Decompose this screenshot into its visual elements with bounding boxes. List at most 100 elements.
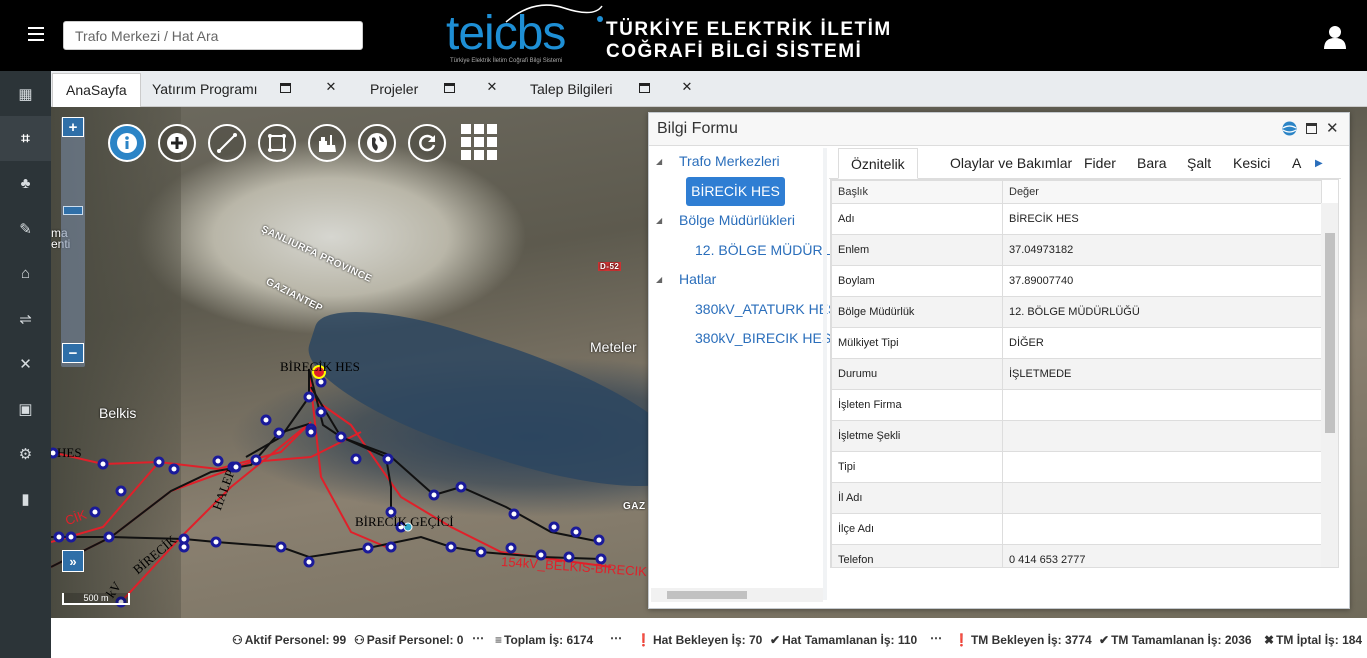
label-birecik-hes: BİRECİK HES (280, 359, 360, 374)
cogs-icon[interactable]: ⚙ (0, 431, 51, 476)
bank-icon[interactable]: ⌂ (0, 251, 51, 296)
tab-close-icon[interactable]: ✕ (325, 80, 337, 93)
table-row[interactable]: İlçe Adı (831, 513, 1322, 545)
tab-yatirim-programi[interactable]: Yatırım Programı (139, 73, 271, 107)
grid-icon[interactable]: ▣ (0, 386, 51, 431)
column-header-baslik[interactable]: Başlık (831, 180, 1003, 204)
status-bar: ⚇ Aktif Personel: 99 ⚇ Pasif Personel: 0 ⋯… (51, 618, 1367, 658)
zoom-slider[interactable] (61, 117, 85, 367)
zoom-out-button[interactable]: − (62, 343, 84, 363)
tasks-icon: ≡ (495, 633, 503, 647)
splitter[interactable] (823, 148, 827, 600)
book-icon[interactable]: ▮ (0, 476, 51, 521)
search-input[interactable] (63, 21, 363, 50)
brand-title: TÜRKİYE ELEKTRİK İLETİM COĞRAFİ BİLGİ Sİ… (606, 19, 892, 62)
table-row[interactable]: İşletme Şekli (831, 420, 1322, 452)
table-row[interactable]: Boylam 37.89007740 (831, 265, 1322, 297)
draw-line-icon[interactable] (208, 124, 246, 162)
tab-bara[interactable]: Bara (1137, 148, 1167, 179)
scale-bar: 500 m (62, 593, 130, 605)
stat-toplam: ≡ Toplam İş: 6174 (495, 633, 594, 647)
tab-bar: AnaSayfa Yatırım Programı ✕ Projeler ✕ T… (51, 71, 1367, 107)
alert-icon: ❗ (636, 633, 651, 647)
draw-polygon-icon[interactable] (258, 124, 296, 162)
table-row[interactable]: Enlem 37.04973182 (831, 234, 1322, 266)
handshake-icon[interactable]: ⇌ (0, 296, 51, 341)
table-row[interactable]: İl Adı (831, 482, 1322, 514)
tab-salt[interactable]: Şalt (1187, 148, 1211, 179)
tab-close-icon[interactable]: ✕ (486, 80, 498, 93)
clear-icon[interactable] (308, 124, 346, 162)
caret-down-icon[interactable]: ◢ (656, 157, 662, 166)
info-form-panel: Bilgi Formu ✕ ◢ Trafo Merkezleri BİRECİK… (648, 112, 1350, 609)
tree-node-hatlar[interactable]: Hatlar (679, 271, 716, 287)
tab-projeler[interactable]: Projeler (357, 73, 431, 107)
table-row[interactable]: Bölge Müdürlük 12. BÖLGE MÜDÜRLÜĞÜ (831, 296, 1322, 328)
crop-icon[interactable]: ⌗ (0, 116, 51, 161)
check-icon: ✔ (1099, 633, 1110, 647)
tree-hscrollbar[interactable] (651, 588, 823, 602)
info-icon[interactable] (108, 124, 146, 162)
user-icon[interactable] (1324, 25, 1346, 49)
maximize-icon[interactable] (1306, 123, 1317, 134)
alert-icon: ❗ (954, 633, 969, 647)
stat-hat-tamam: ✔ Hat Tamamlanan İş: 110 (770, 633, 918, 647)
tree-item-hat1[interactable]: 380kV_ATATURK HES (695, 301, 837, 317)
table-row[interactable]: Telefon 0 414 653 2777 (831, 544, 1322, 567)
tree-panel: ◢ Trafo Merkezleri BİRECİK HES ◢ Bölge M… (651, 148, 840, 602)
user-minus-icon: ⚇ (354, 633, 365, 647)
label-gaz: GAZ (623, 501, 646, 512)
tab-maximize-icon[interactable] (444, 83, 455, 93)
table-row[interactable]: Tipi (831, 451, 1322, 483)
grid-vscrollbar[interactable] (1321, 203, 1338, 567)
tab-more[interactable]: A (1292, 148, 1301, 179)
user-plus-icon: ⚇ (232, 633, 243, 647)
tab-anasayfa[interactable]: AnaSayfa (52, 73, 141, 107)
edit-icon[interactable]: ✎ (0, 206, 51, 251)
hamburger-menu-icon[interactable] (28, 27, 44, 41)
tree-node-bolge[interactable]: Bölge Müdürlükleri (679, 212, 795, 228)
tools-icon[interactable]: ✕ (0, 341, 51, 386)
panel-title: Bilgi Formu (657, 120, 738, 137)
caret-down-icon[interactable]: ◢ (656, 216, 662, 225)
calendar-icon[interactable]: ▦ (0, 71, 51, 116)
tree-item-bolge[interactable]: 12. BÖLGE MÜDÜRLÜ (695, 242, 840, 258)
tab-kesici[interactable]: Kesici (1233, 148, 1270, 179)
globe-icon[interactable] (1282, 121, 1297, 136)
basemap-grid-icon[interactable] (461, 124, 497, 160)
stat-tm-tamam: ✔ TM Tamamlanan İş: 2036 (1099, 633, 1252, 647)
refresh-icon[interactable] (408, 124, 446, 162)
tree-item-selected[interactable]: BİRECİK HES (686, 177, 785, 206)
close-icon[interactable]: ✕ (1326, 121, 1341, 136)
tab-next-icon[interactable]: ▶ (1315, 148, 1323, 179)
sidebar: ▦ ⌗ ♣ ✎ ⌂ ⇌ ✕ ▣ ⚙ ▮ (0, 71, 51, 658)
tab-oznitelik[interactable]: Öznitelik (838, 148, 918, 179)
stat-aktif: ⚇ Aktif Personel: 99 (232, 633, 347, 647)
tree-node-trafo[interactable]: Trafo Merkezleri (679, 153, 780, 169)
label-road: D-52 (598, 262, 622, 271)
tab-olaylar[interactable]: Olaylar ve Bakımlar (950, 148, 1072, 179)
subtab-bar: Öznitelik Olaylar ve Bakımlar Fider Bara… (829, 148, 1341, 179)
tab-talep-bilgileri[interactable]: Talep Bilgileri (517, 73, 625, 107)
caret-down-icon[interactable]: ◢ (656, 275, 662, 284)
label-meteler: Meteler (590, 339, 637, 355)
table-row[interactable]: Durumu İŞLETMEDE (831, 358, 1322, 390)
label-birecik-gecici: BİRECİK GEÇİCİ (355, 514, 454, 529)
table-row[interactable]: Adı BİRECİK HES (831, 203, 1322, 235)
tab-fider[interactable]: Fider (1084, 148, 1116, 179)
tab-maximize-icon[interactable] (639, 83, 650, 93)
table-row[interactable]: Mülkiyet Tipi DİĞER (831, 327, 1322, 359)
expand-button[interactable]: » (62, 550, 84, 572)
add-point-icon[interactable] (158, 124, 196, 162)
stat-tm-bekleyen: ❗ TM Bekleyen İş: 3774 (954, 633, 1092, 647)
tree-icon[interactable]: ♣ (0, 161, 51, 206)
tree-item-hat2[interactable]: 380kV_BIRECIK HES (695, 330, 831, 346)
zoom-in-button[interactable]: + (62, 117, 84, 137)
stat-pasif: ⚇ Pasif Personel: 0 (354, 633, 464, 647)
table-row[interactable]: İşleten Firma (831, 389, 1322, 421)
tab-close-icon[interactable]: ✕ (681, 80, 693, 93)
column-header-deger[interactable]: Değer (1002, 180, 1322, 204)
globe-icon[interactable] (358, 124, 396, 162)
tab-maximize-icon[interactable] (280, 83, 291, 93)
zoom-slider-handle[interactable] (63, 206, 83, 215)
